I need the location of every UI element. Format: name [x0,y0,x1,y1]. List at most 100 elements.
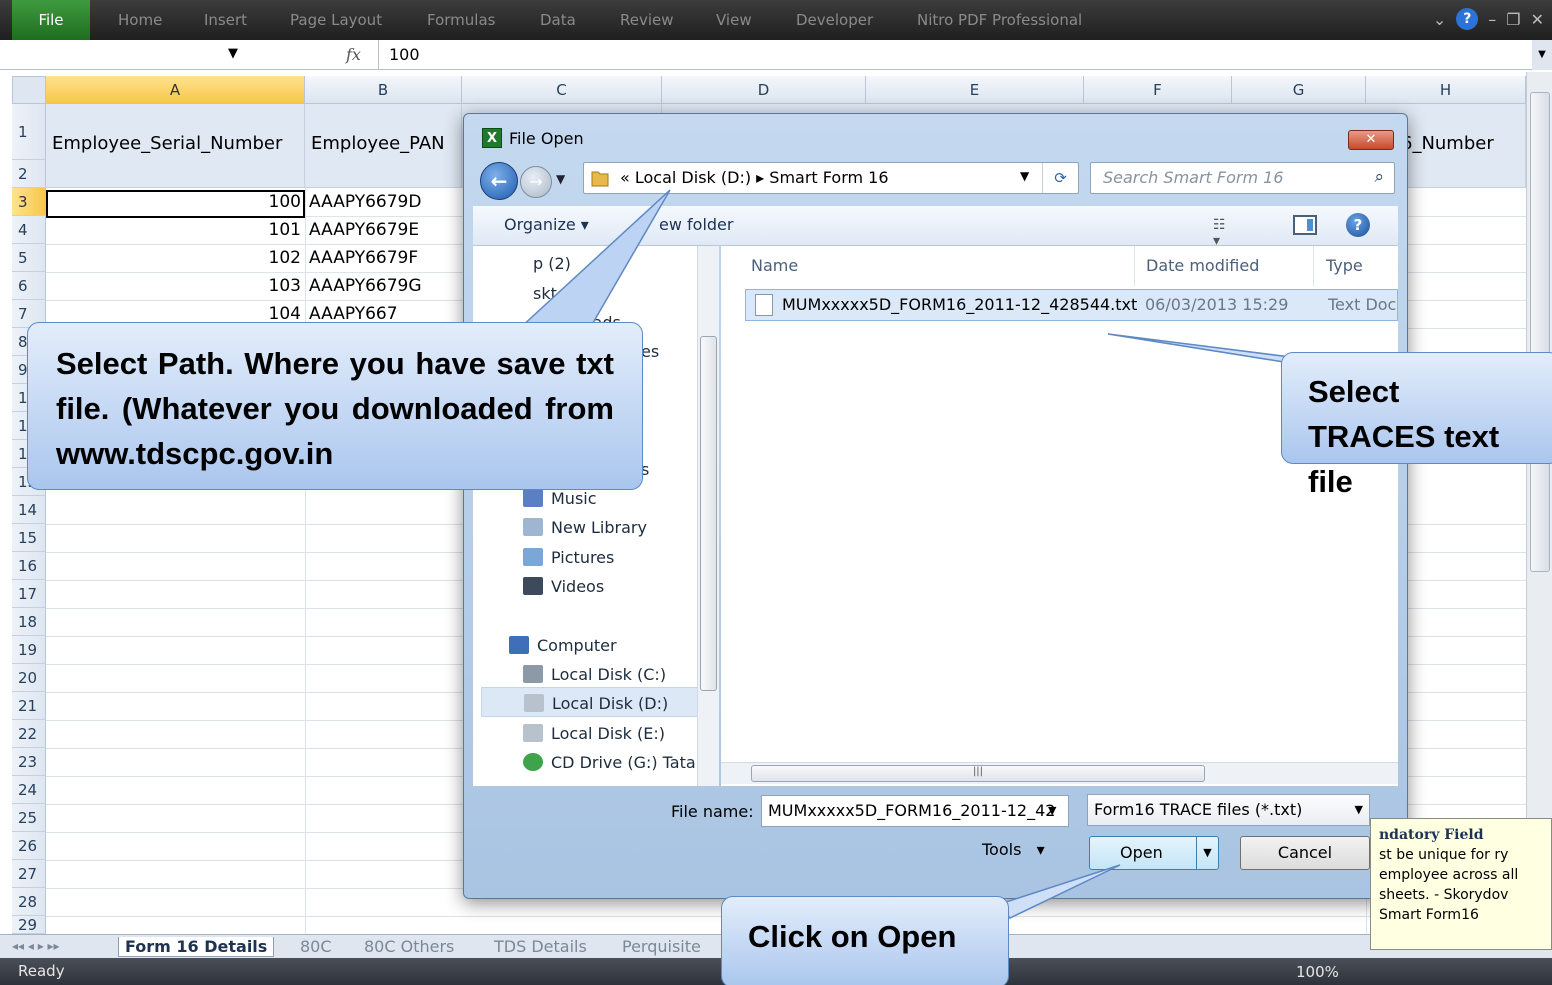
file-name-dropdown-icon[interactable]: ▼ [1048,804,1056,817]
nav-item-videos[interactable]: Videos [523,577,604,596]
change-view-icon[interactable]: ☷ ▾ [1213,217,1235,249]
sheet-tab-tds-details[interactable]: TDS Details [494,937,587,956]
new-folder-button[interactable]: ew folder [659,215,733,234]
dialog-close-button[interactable]: ✕ [1348,130,1394,150]
cell-a1[interactable]: Employee_Serial_Number [46,104,305,188]
open-button[interactable]: Open ▼ [1089,836,1219,870]
name-box-dropdown-icon[interactable]: ▼ [228,46,238,61]
row-header-15[interactable]: 15 [12,524,46,552]
row-header-25[interactable]: 25 [12,804,46,832]
row-header-22[interactable]: 22 [12,720,46,748]
row-header-23[interactable]: 23 [12,748,46,776]
tab-file[interactable]: File [12,0,90,40]
address-dropdown-icon[interactable]: ▼ [1020,169,1029,183]
tab-view[interactable]: View [716,11,752,29]
column-header-b[interactable]: B [305,76,462,104]
row-header-26[interactable]: 26 [12,832,46,860]
column-header-g[interactable]: G [1232,76,1366,104]
cell-b6[interactable]: AAAPY6679G [309,272,422,300]
search-box[interactable]: Search Smart Form 16 ⌕ [1090,162,1395,194]
nav-item-desktop-2[interactable]: p (2) [533,254,571,273]
cell-a5[interactable]: 102 [46,244,301,272]
tab-developer[interactable]: Developer [796,11,873,29]
preview-pane-icon[interactable] [1293,215,1317,235]
scrollbar-thumb[interactable]: ||| [751,765,1205,782]
tab-home[interactable]: Home [118,11,162,29]
nav-item-new-library[interactable]: New Library [523,518,647,537]
sheet-tab-80c-others[interactable]: 80C Others [364,937,454,956]
row-header-17[interactable]: 17 [12,580,46,608]
select-all-corner[interactable] [12,76,46,104]
cell-b5[interactable]: AAAPY6679F [309,244,418,272]
cell-a4[interactable]: 101 [46,216,301,244]
column-divider[interactable] [1313,246,1314,286]
organize-button[interactable]: Organize ▾ [504,215,589,234]
tools-button[interactable]: Tools ▾ [982,840,1045,859]
tab-review[interactable]: Review [620,11,674,29]
column-header-name[interactable]: Name [751,256,798,275]
row-header-21[interactable]: 21 [12,692,46,720]
sheet-tab-form16-details[interactable]: Form 16 Details [118,937,275,957]
column-header-a[interactable]: A [46,76,305,104]
sheet-tab-perquisite[interactable]: Perquisite [622,937,701,956]
nav-item-local-disk-d[interactable]: Local Disk (D:) [481,687,699,717]
column-header-c[interactable]: C [462,76,662,104]
tab-page-layout[interactable]: Page Layout [290,11,382,29]
row-header-16[interactable]: 16 [12,552,46,580]
nav-item-music[interactable]: Music [523,489,597,508]
cell-a6[interactable]: 103 [46,272,301,300]
horizontal-scrollbar[interactable]: ||| [721,762,1398,784]
nav-item-places[interactable]: es [641,342,659,361]
column-header-date-modified[interactable]: Date modified [1146,256,1259,275]
row-header-3[interactable]: 3 [12,188,46,216]
row-header-4[interactable]: 4 [12,216,46,244]
expand-formula-bar-icon[interactable]: ▼ [1532,40,1552,70]
help-icon[interactable]: ? [1456,8,1479,30]
back-button[interactable]: ← [480,162,518,200]
file-type-select[interactable]: Form16 TRACE files (*.txt) ▼ [1087,794,1370,826]
search-icon[interactable]: ⌕ [1374,167,1384,187]
row-header-29[interactable]: 29 [12,916,46,934]
help-icon[interactable]: ? [1346,213,1370,237]
column-header-h[interactable]: H [1366,76,1526,104]
row-header-20[interactable]: 20 [12,664,46,692]
sheet-nav-arrows-icon[interactable]: ◂◂ ◂ ▸ ▸▸ [12,939,60,953]
row-header-27[interactable]: 27 [12,860,46,888]
row-header-24[interactable]: 24 [12,776,46,804]
file-row[interactable]: MUMxxxxx5D_FORM16_2011-12_428544.txt 06/… [745,289,1398,321]
search-input[interactable]: Search Smart Form 16 [1103,168,1284,187]
scrollbar-thumb[interactable] [1530,92,1550,572]
column-header-type[interactable]: Type [1326,256,1363,275]
nav-item-local-disk-e[interactable]: Local Disk (E:) [523,724,665,743]
file-name-input[interactable]: MUMxxxxx5D_FORM16_2011-12_42 [761,795,1069,827]
row-header-5[interactable]: 5 [12,244,46,272]
recent-locations-dropdown-icon[interactable]: ▼ [556,172,565,186]
address-bar[interactable]: « Local Disk (D:) ▸ Smart Form 16 ▼ ⟳ [583,162,1079,194]
column-divider[interactable] [1134,246,1135,286]
tab-formulas[interactable]: Formulas [427,11,495,29]
zoom-level[interactable]: 100% [1296,963,1339,981]
cancel-button[interactable]: Cancel [1240,836,1370,870]
nav-item-cd-drive[interactable]: CD Drive (G:) Tata [523,753,696,772]
column-header-d[interactable]: D [662,76,866,104]
open-options-dropdown-icon[interactable]: ▼ [1196,837,1218,869]
nav-item-desktop[interactable]: sktop [533,284,577,303]
row-header-6[interactable]: 6 [12,272,46,300]
vertical-scrollbar[interactable] [1526,72,1552,934]
minimize-icon[interactable]: – [1488,10,1496,29]
row-header-14[interactable]: 14 [12,496,46,524]
refresh-icon[interactable]: ⟳ [1042,163,1078,193]
cell-b4[interactable]: AAAPY6679E [309,216,419,244]
breadcrumb[interactable]: « Local Disk (D:) ▸ Smart Form 16 [620,168,889,187]
tab-data[interactable]: Data [540,11,576,29]
row-header-18[interactable]: 18 [12,608,46,636]
ribbon-collapse-icon[interactable]: ⌄ [1433,10,1446,29]
fx-icon[interactable]: fx [346,45,361,64]
row-header-1[interactable]: 1 [12,104,46,160]
nav-item-pictures[interactable]: Pictures [523,548,614,567]
row-header-2[interactable]: 2 [12,160,46,188]
sheet-tab-80c[interactable]: 80C [300,937,332,956]
scrollbar-thumb[interactable] [700,336,717,691]
nav-pane-scrollbar[interactable] [697,246,719,786]
tab-insert[interactable]: Insert [204,11,247,29]
